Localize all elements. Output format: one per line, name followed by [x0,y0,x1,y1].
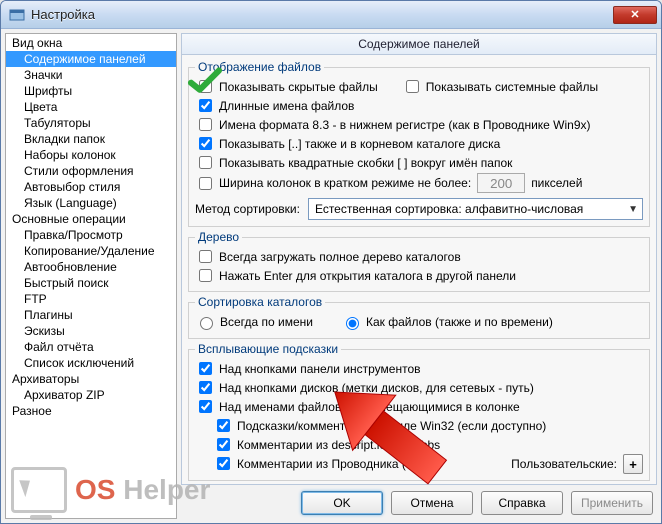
dir-sort-group: Сортировка каталогов Всегда по имени Как… [188,295,650,339]
tree-item[interactable]: Разное [6,403,176,419]
show-system-label: Показывать системные файлы [426,80,598,94]
tree-item[interactable]: Список исключений [6,355,176,371]
show-dotdot-checkbox[interactable] [199,137,212,150]
tree-item[interactable]: Язык (Language) [6,195,176,211]
category-tree[interactable]: Вид окнаСодержимое панелейЗначкиШрифтыЦв… [5,33,177,519]
col-width-label: Ширина колонок в кратком режиме не более… [219,176,471,190]
apply-button[interactable]: Применить [571,491,653,515]
dir-sort-legend: Сортировка каталогов [195,295,325,309]
tree-item[interactable]: Содержимое панелей [6,51,176,67]
tree-item[interactable]: Копирование/Удаление [6,243,176,259]
tooltips-legend: Всплывающие подсказки [195,342,341,356]
tt-win32-checkbox[interactable] [217,419,230,432]
tt-descript-label: Комментарии из descript.ion/files.bbs [237,438,440,452]
titlebar: Настройка ✕ [1,1,661,29]
sort-method-label: Метод сортировки: [195,202,300,216]
tooltips-group: Всплывающие подсказки Над кнопками панел… [188,342,650,481]
tt-drives-label: Над кнопками дисков (метки дисков, для с… [219,381,534,395]
enter-other-panel-label: Нажать Enter для открытия каталога в дру… [219,269,516,283]
tree-item[interactable]: Архиваторы [6,371,176,387]
tree-item[interactable]: Файл отчёта [6,339,176,355]
tt-drives-checkbox[interactable] [199,381,212,394]
dos-names-checkbox[interactable] [199,118,212,131]
col-width-checkbox[interactable] [199,177,212,190]
tree-item[interactable]: Наборы колонок [6,147,176,163]
tt-toolbar-label: Над кнопками панели инструментов [219,362,421,376]
tt-toolbar-checkbox[interactable] [199,362,212,375]
tree-item[interactable]: Шрифты [6,83,176,99]
sort-by-name-radio[interactable] [200,317,213,330]
dos-names-label: Имена формата 8.3 - в нижнем регистре (к… [219,118,591,132]
tt-truncated-checkbox[interactable] [199,400,212,413]
tree-item[interactable]: Стили оформления [6,163,176,179]
tt-descript-checkbox[interactable] [217,438,230,451]
tree-legend: Дерево [195,230,242,244]
tree-item[interactable]: Значки [6,67,176,83]
show-system-checkbox[interactable] [406,80,419,93]
file-display-group: Отображение файлов Показывать скрытые фа… [188,60,650,227]
window-body: Вид окнаСодержимое панелейЗначкиШрифтыЦв… [1,29,661,523]
square-brackets-checkbox[interactable] [199,156,212,169]
tree-item[interactable]: Правка/Просмотр [6,227,176,243]
window-close-button[interactable]: ✕ [613,6,657,24]
tt-win32-label: Подсказки/комментарии в стиле Win32 (есл… [237,419,546,433]
sort-like-files-radio[interactable] [346,317,359,330]
tree-item[interactable]: Автовыбор стиля [6,179,176,195]
chevron-down-icon: ▼ [628,204,638,215]
tree-item[interactable]: Эскизы [6,323,176,339]
tt-explorer-label: Комментарии из Проводника (OLE2) [237,457,441,471]
file-display-legend: Отображение файлов [195,60,324,74]
panel-heading: Содержимое панелей [181,33,657,55]
cancel-button-label: Отмена [410,496,453,510]
ok-button-label: OK [333,496,350,510]
long-names-checkbox[interactable] [199,99,212,112]
show-hidden-label: Показывать скрытые файлы [219,80,378,94]
apply-button-label: Применить [581,496,643,510]
always-full-tree-checkbox[interactable] [199,250,212,263]
show-dotdot-label: Показывать [..] также и в корневом катал… [219,137,500,151]
tree-item[interactable]: Архиватор ZIP [6,387,176,403]
tree-item[interactable]: Табуляторы [6,115,176,131]
tree-item[interactable]: Вкладки папок [6,131,176,147]
sort-method-dropdown[interactable]: Естественная сортировка: алфавитно-число… [308,198,643,220]
help-button[interactable]: Справка [481,491,563,515]
tree-item[interactable]: Автообновление [6,259,176,275]
tree-item[interactable]: Плагины [6,307,176,323]
long-names-label: Длинные имена файлов [219,99,354,113]
tree-item[interactable]: Цвета [6,99,176,115]
always-full-tree-label: Всегда загружать полное дерево каталогов [219,250,461,264]
settings-panel: Содержимое панелей Отображение файлов По… [181,33,657,519]
plus-icon: + [629,457,637,472]
cancel-button[interactable]: Отмена [391,491,473,515]
tree-item[interactable]: Быстрый поиск [6,275,176,291]
sort-like-files-label: Как файлов (также и по времени) [366,315,553,329]
tree-item[interactable]: Основные операции [6,211,176,227]
panel-scroll[interactable]: Отображение файлов Показывать скрытые фа… [181,55,657,485]
square-brackets-label: Показывать квадратные скобки [ ] вокруг … [219,156,512,170]
tt-custom-label: Пользовательские: [511,457,617,471]
tree-item[interactable]: FTP [6,291,176,307]
ok-button[interactable]: OK [301,491,383,515]
tt-truncated-label: Над именами файлов, не помещающимися в к… [219,400,520,414]
tree-group: Дерево Всегда загружать полное дерево ка… [188,230,650,292]
app-icon [9,7,25,23]
tt-explorer-checkbox[interactable] [217,457,230,470]
settings-window: Настройка ✕ Вид окнаСодержимое панелейЗн… [0,0,662,524]
enter-other-panel-checkbox[interactable] [199,269,212,282]
close-icon: ✕ [630,8,639,21]
dialog-buttons: OK Отмена Справка Применить [181,485,657,519]
tt-custom-add-button[interactable]: + [623,454,643,474]
pixels-label: пикселей [531,176,582,190]
window-title: Настройка [31,7,95,22]
help-button-label: Справка [498,496,545,510]
col-width-input[interactable] [477,173,525,193]
show-hidden-checkbox[interactable] [199,80,212,93]
tree-item[interactable]: Вид окна [6,35,176,51]
sort-by-name-label: Всегда по имени [220,315,313,329]
sort-method-value: Естественная сортировка: алфавитно-число… [315,202,583,216]
